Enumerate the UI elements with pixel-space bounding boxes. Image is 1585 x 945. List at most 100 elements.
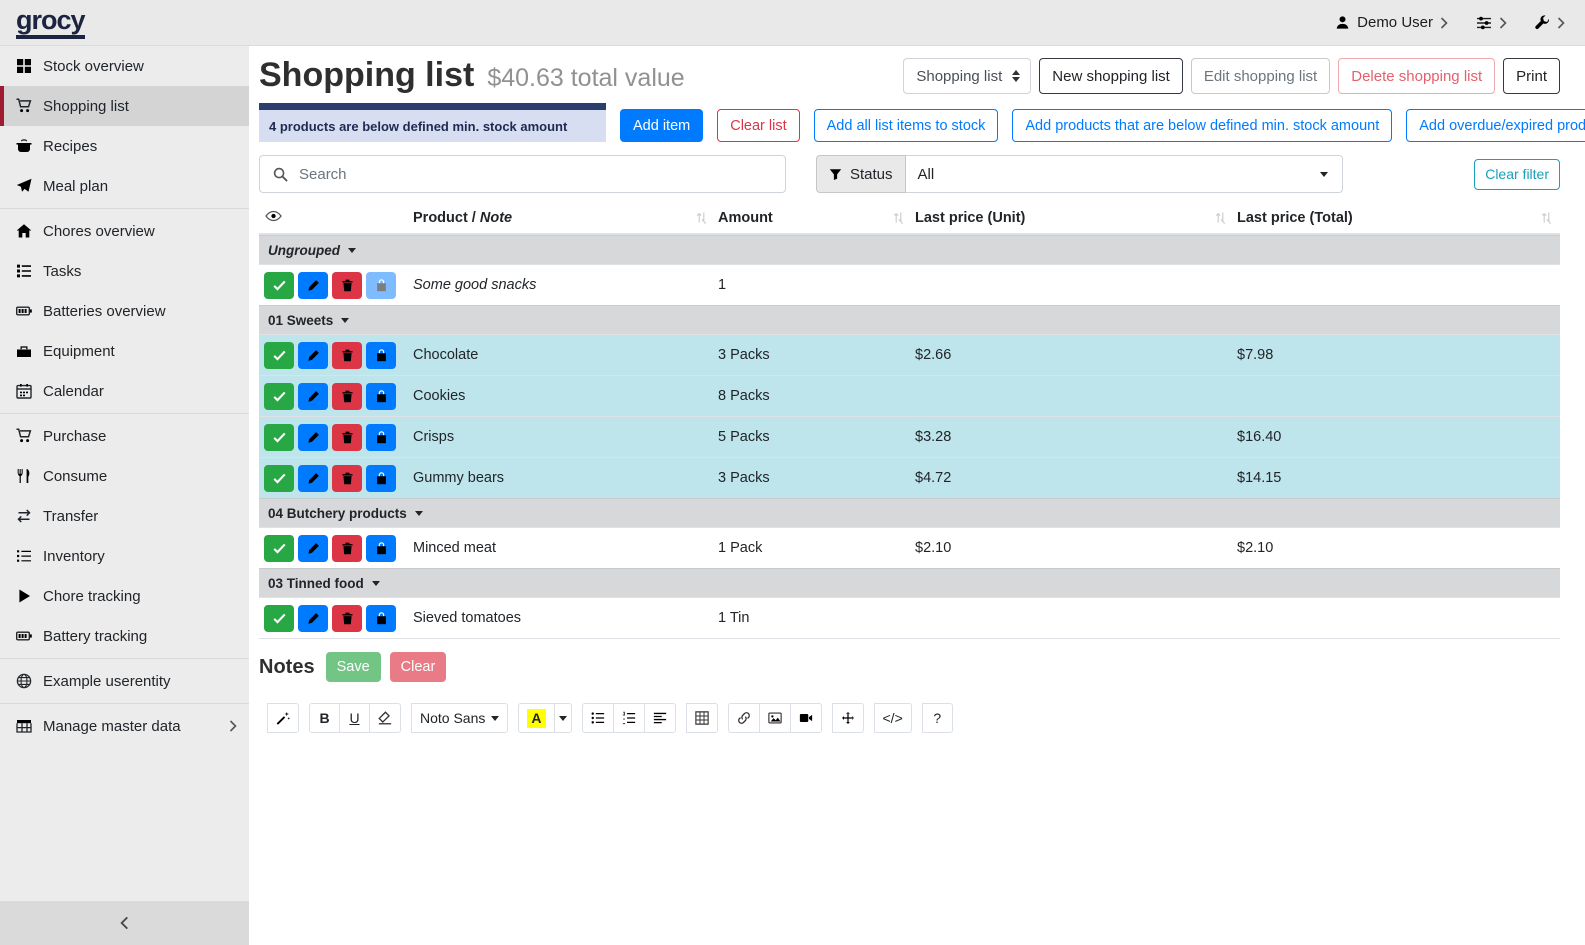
row-done-button[interactable] — [264, 342, 294, 369]
sidebar-item-battery-tracking[interactable]: Battery tracking — [0, 616, 249, 656]
user-menu[interactable]: Demo User — [1335, 14, 1448, 31]
row-add-to-stock-button[interactable] — [366, 424, 396, 451]
add-below-min-stock-button[interactable]: Add products that are below defined min.… — [1012, 109, 1392, 142]
sidebar-item-meal-plan[interactable]: Meal plan — [0, 166, 249, 206]
sidebar-item-stock-overview[interactable]: Stock overview — [0, 46, 249, 86]
row-delete-button[interactable] — [332, 605, 362, 632]
sidebar-item-manage-master-data[interactable]: Manage master data — [0, 706, 249, 746]
add-item-button[interactable]: Add item — [620, 109, 703, 142]
row-edit-button[interactable] — [298, 383, 328, 410]
amount: 1 Pack — [715, 540, 912, 556]
row-delete-button[interactable] — [332, 465, 362, 492]
row-add-to-stock-button[interactable] — [366, 383, 396, 410]
row-done-button[interactable] — [264, 605, 294, 632]
notes-editing-area[interactable] — [259, 733, 1560, 938]
row-done-button[interactable] — [264, 424, 294, 451]
remove-style-button[interactable] — [369, 703, 401, 733]
row-edit-button[interactable] — [298, 605, 328, 632]
sidebar-item-inventory[interactable]: Inventory — [0, 536, 249, 576]
sidebar-item-tasks[interactable]: Tasks — [0, 251, 249, 291]
sidebar-item-chores-overview[interactable]: Chores overview — [0, 211, 249, 251]
toggle-columns-eye-icon[interactable] — [259, 210, 410, 226]
row-done-button[interactable] — [264, 535, 294, 562]
globe-icon — [16, 673, 32, 689]
group-header-04-butchery-products[interactable]: 04 Butchery products — [259, 498, 1560, 527]
row-add-to-stock-button[interactable] — [366, 342, 396, 369]
magic-wand-button[interactable] — [267, 703, 299, 733]
fullscreen-button[interactable] — [832, 703, 864, 733]
sidebar-item-purchase[interactable]: Purchase — [0, 416, 249, 456]
add-overdue-button[interactable]: Add overdue/expired products — [1406, 109, 1585, 142]
column-header-last-price-total[interactable]: Last price (Total) — [1234, 210, 1560, 226]
shopping-list-selector[interactable]: Shopping list — [903, 58, 1031, 94]
row-done-button[interactable] — [264, 272, 294, 299]
row-add-to-stock-button[interactable] — [366, 272, 396, 299]
bold-button[interactable]: B — [309, 703, 340, 733]
sidebar-item-transfer[interactable]: Transfer — [0, 496, 249, 536]
search-input[interactable] — [299, 156, 785, 192]
insert-table-button[interactable] — [686, 703, 718, 733]
edit-shopping-list-button[interactable]: Edit shopping list — [1191, 58, 1330, 94]
column-header-amount[interactable]: Amount — [715, 210, 912, 226]
row-edit-button[interactable] — [298, 272, 328, 299]
row-add-to-stock-button[interactable] — [366, 465, 396, 492]
status-select[interactable]: All — [906, 155, 1343, 193]
admin-menu[interactable] — [1535, 15, 1565, 30]
group-header-ungrouped[interactable]: Ungrouped — [259, 235, 1560, 264]
column-header-product[interactable]: Product / Note — [410, 210, 715, 226]
row-add-to-stock-button[interactable] — [366, 535, 396, 562]
row-delete-button[interactable] — [332, 424, 362, 451]
print-button[interactable]: Print — [1503, 58, 1560, 94]
clear-filter-button[interactable]: Clear filter — [1474, 159, 1560, 190]
sidebar-item-batteries-overview[interactable]: Batteries overview — [0, 291, 249, 331]
row-delete-button[interactable] — [332, 272, 362, 299]
sidebar-item-shopping-list[interactable]: Shopping list — [0, 86, 249, 126]
user-name: Demo User — [1357, 14, 1433, 31]
settings-menu[interactable] — [1476, 15, 1507, 31]
ordered-list-button[interactable] — [613, 703, 645, 733]
underline-button[interactable]: U — [339, 703, 370, 733]
row-done-button[interactable] — [264, 465, 294, 492]
row-edit-button[interactable] — [298, 535, 328, 562]
font-color-button[interactable]: A — [518, 703, 554, 733]
unordered-list-button[interactable] — [582, 703, 614, 733]
notes-save-button[interactable]: Save — [326, 652, 381, 682]
row-done-button[interactable] — [264, 383, 294, 410]
row-edit-button[interactable] — [298, 342, 328, 369]
grocy-logo[interactable]: grocy — [16, 6, 85, 39]
status-filter-button[interactable]: Status — [816, 155, 906, 193]
group-header-03-tinned-food[interactable]: 03 Tinned food — [259, 568, 1560, 597]
code-view-button[interactable]: </> — [874, 703, 912, 733]
play-icon — [16, 588, 32, 604]
last-price-total: $16.40 — [1234, 429, 1560, 445]
insert-picture-button[interactable] — [759, 703, 791, 733]
row-add-to-stock-button[interactable] — [366, 605, 396, 632]
insert-link-button[interactable] — [728, 703, 760, 733]
sidebar-collapse-button[interactable] — [0, 901, 249, 945]
sidebar-item-recipes[interactable]: Recipes — [0, 126, 249, 166]
sidebar-item-equipment[interactable]: Equipment — [0, 331, 249, 371]
row-delete-button[interactable] — [332, 383, 362, 410]
help-button[interactable]: ? — [922, 703, 953, 733]
row-delete-button[interactable] — [332, 535, 362, 562]
product-name: Chocolate — [410, 347, 715, 363]
column-header-last-price-unit[interactable]: Last price (Unit) — [912, 210, 1234, 226]
row-delete-button[interactable] — [332, 342, 362, 369]
group-header-01-sweets[interactable]: 01 Sweets — [259, 305, 1560, 334]
paragraph-align-button[interactable] — [644, 703, 676, 733]
font-family-dropdown[interactable]: Noto Sans — [411, 703, 508, 733]
clear-list-button[interactable]: Clear list — [717, 109, 799, 142]
row-edit-button[interactable] — [298, 424, 328, 451]
sidebar-item-consume[interactable]: Consume — [0, 456, 249, 496]
delete-shopping-list-button[interactable]: Delete shopping list — [1338, 58, 1495, 94]
add-all-to-stock-button[interactable]: Add all list items to stock — [814, 109, 999, 142]
font-color-dropdown[interactable] — [554, 703, 572, 733]
task-list-icon — [16, 263, 32, 279]
row-edit-button[interactable] — [298, 465, 328, 492]
sidebar-item-chore-tracking[interactable]: Chore tracking — [0, 576, 249, 616]
notes-clear-button[interactable]: Clear — [390, 652, 447, 682]
insert-video-button[interactable] — [790, 703, 822, 733]
sidebar-item-calendar[interactable]: Calendar — [0, 371, 249, 411]
sidebar-item-example-userentity[interactable]: Example userentity — [0, 661, 249, 701]
new-shopping-list-button[interactable]: New shopping list — [1039, 58, 1183, 94]
